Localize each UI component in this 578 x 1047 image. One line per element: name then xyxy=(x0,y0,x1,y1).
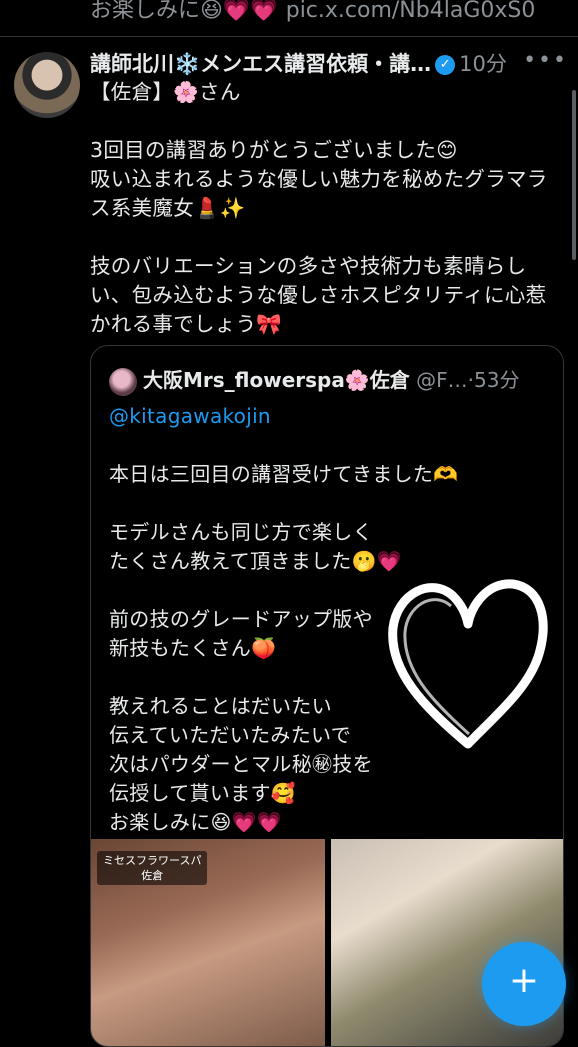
quoted-media-image-1[interactable]: ミセスフラワースパ 佐倉 xyxy=(91,839,325,1046)
previous-tweet-text: お楽しみに😆💗💗 xyxy=(90,0,278,23)
more-icon[interactable]: ••• xyxy=(523,48,568,73)
tweet-line: 吸い込まれるような優しい魅力を秘めたグラマラス系美魔女💄✨ xyxy=(90,167,548,220)
tweet-header: 講師北川❄️メンエス講習依頼・講… ✓ 10分 xyxy=(90,48,566,78)
quoted-line: 本日は三回目の講習受けてきました🫶 xyxy=(109,462,459,486)
quoted-line: 伝授して貰います🥰 xyxy=(109,781,297,805)
heart-sticker-icon xyxy=(388,579,548,749)
quoted-handle[interactable]: @F… xyxy=(416,368,468,392)
tweet-line: 【佐倉】🌸さん xyxy=(90,80,241,104)
tweet-time[interactable]: 10分 xyxy=(459,52,507,76)
quoted-time[interactable]: 53分 xyxy=(474,368,519,392)
tweet-line: 3回目の講習ありがとうございました😊 xyxy=(90,138,458,162)
previous-tweet-link[interactable]: pic.x.com/Nb4laG0xS0 xyxy=(286,0,536,23)
quoted-line: モデルさんも同じ方で楽しく xyxy=(109,520,373,544)
quoted-avatar[interactable] xyxy=(109,367,137,396)
plus-icon: + xyxy=(508,960,540,1001)
watermark-line: ミセスフラワースパ xyxy=(103,854,202,867)
quoted-author-name[interactable]: 大阪Mrs_flowerspa🌸佐倉 xyxy=(143,368,410,392)
tweet-text: 【佐倉】🌸さん 3回目の講習ありがとうございました😊 吸い込まれるような優しい魅… xyxy=(90,78,560,339)
author-name[interactable]: 講師北川❄️メンエス講習依頼・講… xyxy=(90,52,431,76)
quoted-header: 大阪Mrs_flowerspa🌸佐倉 @F…·53分 xyxy=(109,364,519,396)
divider xyxy=(0,36,578,37)
avatar[interactable] xyxy=(14,52,80,118)
media-watermark: ミセスフラワースパ 佐倉 xyxy=(97,851,208,885)
quoted-tweet[interactable]: 大阪Mrs_flowerspa🌸佐倉 @F…·53分 @kitagawakoji… xyxy=(90,345,564,1047)
previous-tweet-tail: お楽しみに😆💗💗 pic.x.com/Nb4laG0xS0 xyxy=(90,0,535,24)
compose-button[interactable]: + xyxy=(482,942,566,1026)
verified-badge-icon: ✓ xyxy=(435,55,456,75)
mention-link[interactable]: @kitagawakojin xyxy=(109,402,549,431)
quoted-line: お楽しみに😆💗💗 xyxy=(109,810,283,834)
watermark-line: 佐倉 xyxy=(141,869,164,882)
scrollbar[interactable] xyxy=(572,90,576,260)
tweet-line: 技のバリエーションの多さや技術力も素晴らしい、包み込むような優しさホスピタリティ… xyxy=(90,254,547,336)
